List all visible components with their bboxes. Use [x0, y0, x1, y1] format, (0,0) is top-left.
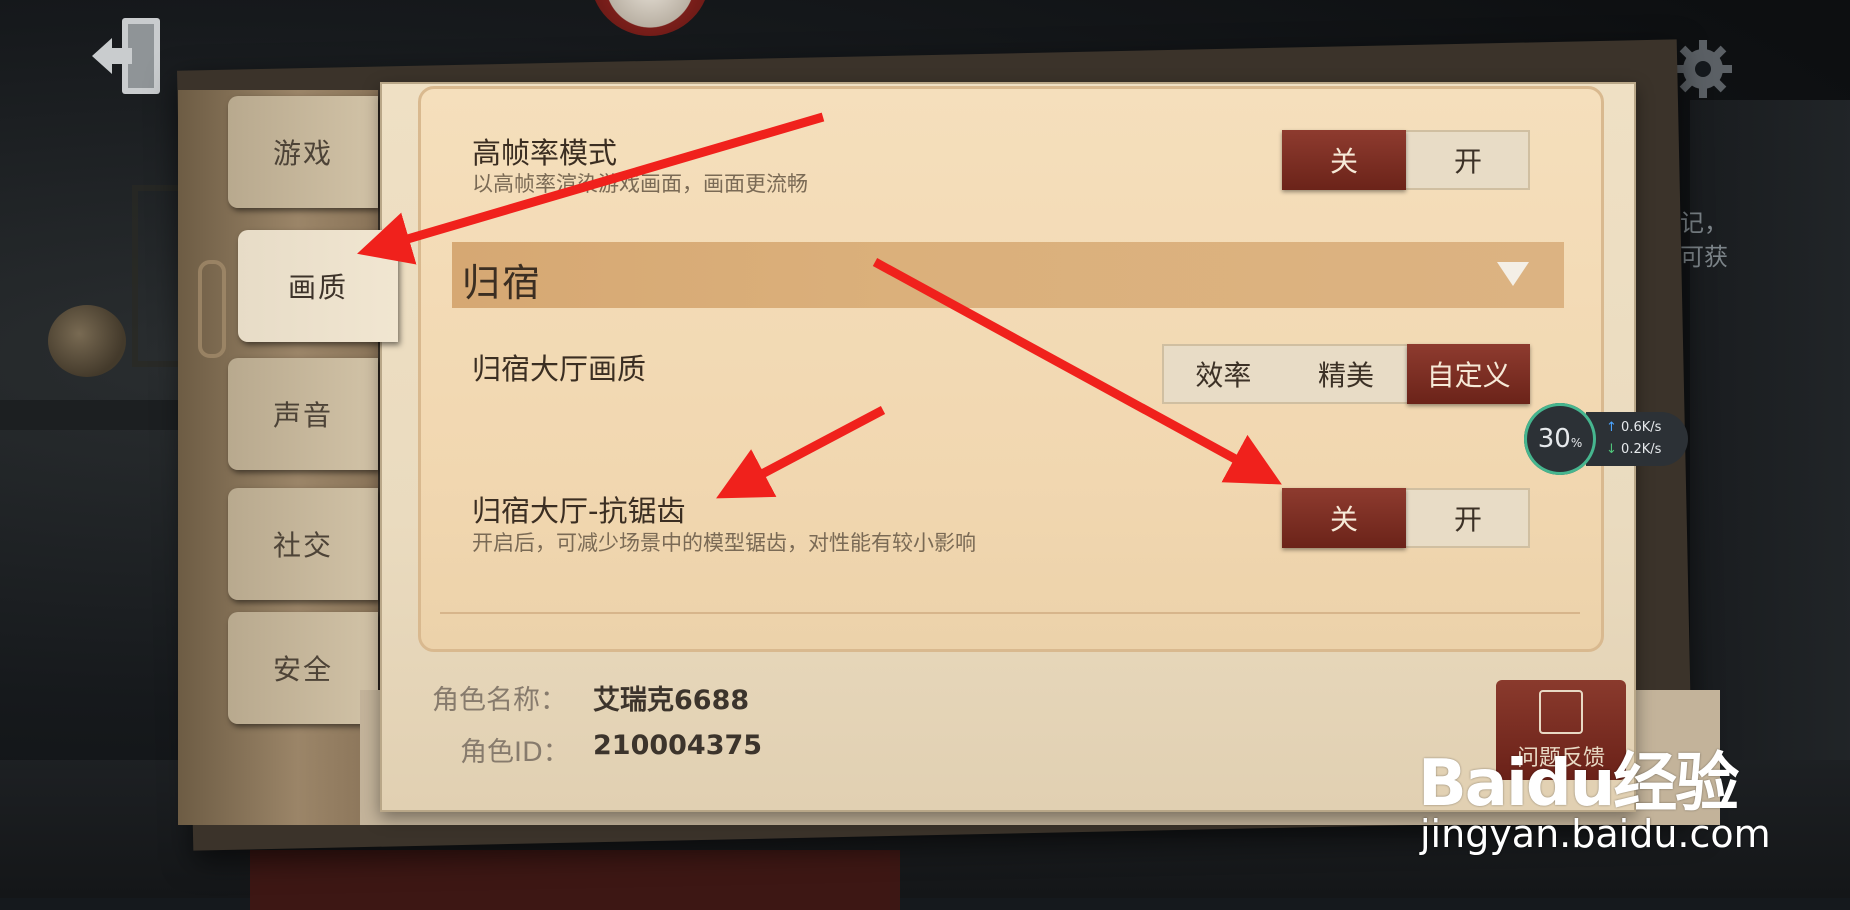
network-speed: ↑ 0.6K/s ↓ 0.2K/s	[1586, 412, 1688, 466]
quality-fine-button[interactable]: 精美	[1285, 344, 1408, 404]
upload-speed: ↑ 0.6K/s	[1606, 417, 1688, 439]
download-speed: ↓ 0.2K/s	[1606, 439, 1688, 461]
tab-graphics[interactable]: 画质	[238, 230, 398, 342]
lobby-aa-desc: 开启后，可减少场景中的模型锯齿，对性能有较小影响	[472, 531, 976, 555]
player-id-label: 角色ID：	[460, 737, 570, 768]
tab-sound[interactable]: 声音	[228, 358, 378, 470]
background-side-text: 记， 可获	[1680, 206, 1728, 274]
high-fps-title: 高帧率模式	[472, 136, 618, 170]
player-id-value: 210004375	[593, 730, 763, 761]
high-fps-off-button[interactable]: 关	[1282, 130, 1406, 190]
cpu-usage-value: 30	[1537, 424, 1571, 454]
baidu-watermark-logo: Baidu经验	[1418, 747, 1739, 821]
tab-game[interactable]: 游戏	[228, 96, 378, 208]
tab-label: 声音	[272, 399, 333, 432]
tab-label: 安全	[272, 653, 333, 686]
tab-label: 游戏	[272, 137, 333, 170]
rope-decoration	[198, 260, 226, 358]
cpu-usage-unit: %	[1570, 436, 1583, 450]
tab-social[interactable]: 社交	[228, 488, 378, 600]
tab-label: 社交	[272, 529, 333, 562]
player-name-label: 角色名称：	[432, 685, 567, 716]
performance-widget[interactable]: 30% ↑ 0.6K/s ↓ 0.2K/s	[1524, 403, 1688, 475]
download-value: 0.2	[1621, 442, 1642, 457]
side-text-line: 记，	[1680, 209, 1728, 237]
player-name-value: 艾瑞克6688	[593, 685, 750, 716]
pen-icon	[1539, 690, 1583, 734]
section-title: 归宿	[462, 261, 543, 305]
upload-value: 0.6	[1621, 420, 1642, 435]
section-header[interactable]	[452, 242, 1564, 308]
baidu-watermark-url: jingyan.baidu.com	[1420, 812, 1771, 856]
upload-unit: K/s	[1641, 420, 1662, 435]
frame-divider	[440, 612, 1580, 614]
download-arrow-icon: ↓	[1606, 442, 1617, 457]
lobby-quality-title: 归宿大厅画质	[472, 352, 647, 386]
background-rug	[250, 850, 900, 910]
quality-efficiency-button[interactable]: 效率	[1162, 344, 1285, 404]
download-unit: K/s	[1641, 442, 1662, 457]
chevron-down-icon[interactable]	[1497, 262, 1529, 286]
lobby-aa-title: 归宿大厅-抗锯齿	[472, 494, 686, 528]
lobby-aa-on-button[interactable]: 开	[1406, 488, 1530, 548]
background-globe	[48, 305, 126, 377]
high-fps-desc: 以高帧率渲染游戏画面，画面更流畅	[472, 172, 808, 196]
gear-icon[interactable]	[1672, 38, 1734, 100]
high-fps-toggle[interactable]: 关 开	[1282, 130, 1530, 190]
cpu-usage-ring: 30%	[1524, 403, 1596, 475]
exit-icon[interactable]	[88, 14, 168, 98]
tab-security[interactable]: 安全	[228, 612, 378, 724]
tab-label: 画质	[287, 271, 348, 304]
lobby-aa-off-button[interactable]: 关	[1282, 488, 1406, 548]
quality-custom-button[interactable]: 自定义	[1407, 344, 1531, 404]
side-text-line: 可获	[1680, 243, 1728, 271]
upload-arrow-icon: ↑	[1606, 420, 1617, 435]
lobby-quality-selector[interactable]: 效率 精美 自定义	[1162, 344, 1531, 404]
high-fps-on-button[interactable]: 开	[1406, 130, 1530, 190]
lobby-aa-toggle[interactable]: 关 开	[1282, 488, 1530, 548]
